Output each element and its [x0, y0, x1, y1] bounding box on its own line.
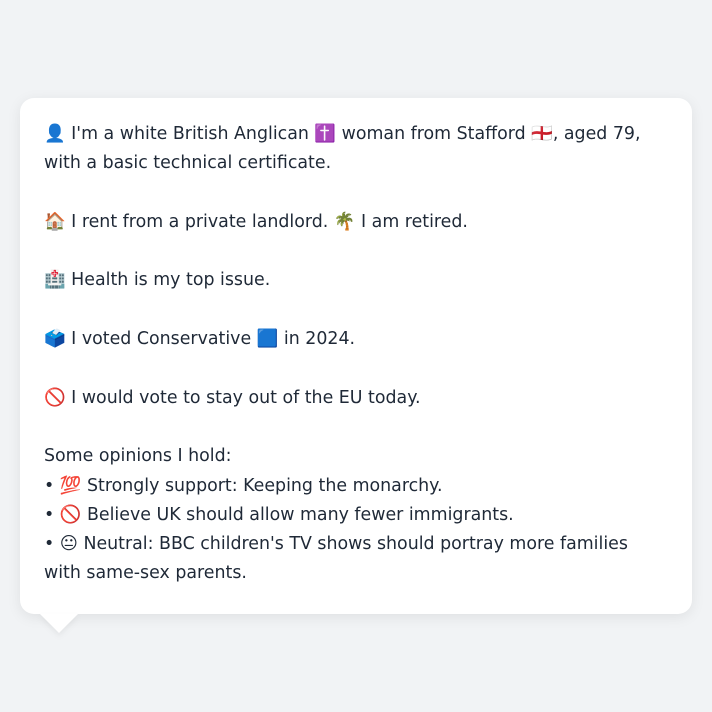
- persona-eu-view: 🚫 I would vote to stay out of the EU tod…: [44, 387, 421, 408]
- persona-top-issue: 🏥 Health is my top issue.: [44, 270, 271, 291]
- opinion-item: • 🚫 Believe UK should allow many fewer i…: [44, 504, 514, 525]
- opinions-heading: Some opinions I hold:: [44, 446, 232, 467]
- opinion-item: • 💯 Strongly support: Keeping the monarc…: [44, 475, 443, 496]
- persona-housing: 🏠 I rent from a private landlord. 🌴 I am…: [44, 211, 468, 232]
- persona-message-bubble: 👤 I'm a white British Anglican ✝️ woman …: [20, 98, 692, 614]
- bubble-tail: [40, 614, 78, 633]
- persona-vote-2024: 🗳️ I voted Conservative 🟦 in 2024.: [44, 329, 356, 350]
- opinion-item: • 😐 Neutral: BBC children's TV shows sho…: [44, 534, 628, 584]
- persona-intro: 👤 I'm a white British Anglican ✝️ woman …: [44, 124, 641, 174]
